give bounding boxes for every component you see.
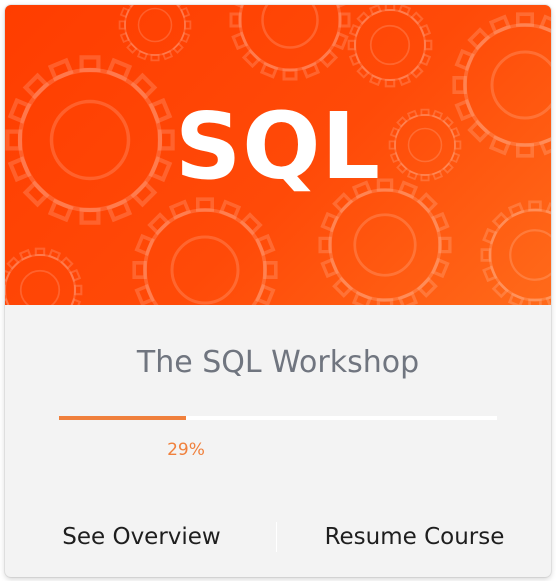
progress-percent: 29% [167, 440, 205, 460]
course-title[interactable]: The SQL Workshop [5, 345, 551, 380]
resume-course-button[interactable]: Resume Course [278, 517, 551, 557]
course-card: SQL The SQL Workshop 29% See Overview Re… [5, 5, 551, 577]
card-actions: See Overview Resume Course [5, 517, 551, 557]
course-banner[interactable]: SQL [5, 5, 551, 305]
progress-bar-fill [59, 416, 187, 420]
banner-title: SQL [174, 93, 382, 200]
see-overview-button[interactable]: See Overview [5, 517, 278, 557]
progress-bar [59, 416, 497, 420]
actions-divider [276, 522, 277, 552]
